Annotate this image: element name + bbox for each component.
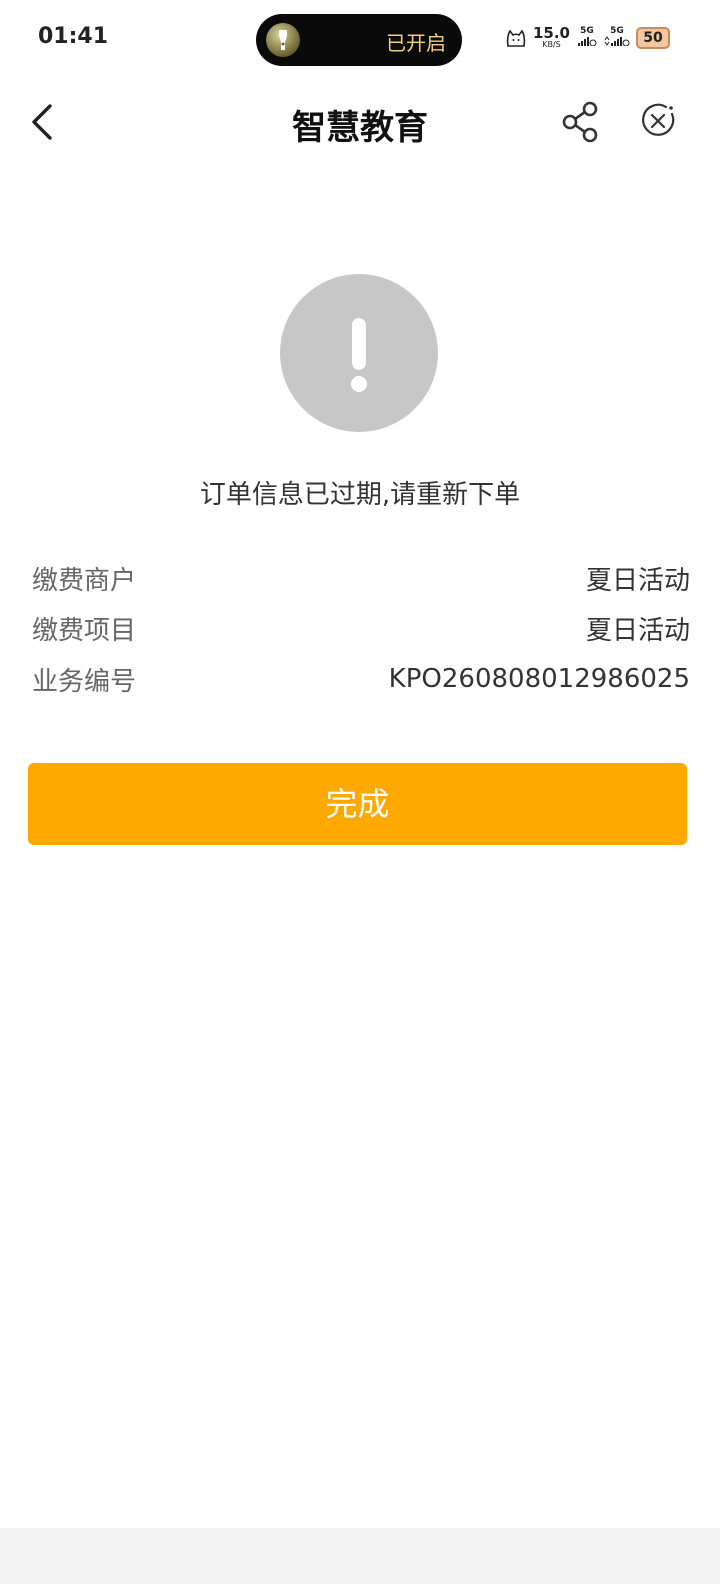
close-circle-icon bbox=[642, 103, 675, 136]
signal-icon-1: 5G bbox=[576, 27, 598, 49]
battery-icon: 50 bbox=[636, 27, 670, 49]
status-icons: 15.0 KB/S 5G 5G 50 bbox=[505, 26, 670, 50]
flashlight-status: 已开启 bbox=[386, 31, 446, 55]
row-value: 夏日活动 bbox=[585, 615, 690, 646]
info-row-item: 缴费项目 夏日活动 bbox=[32, 608, 690, 648]
nav-bar: 智慧教育 bbox=[0, 82, 720, 162]
row-value: KPO260808012986025 bbox=[388, 664, 690, 694]
row-label: 缴费商户 bbox=[32, 565, 137, 596]
share-icon bbox=[562, 101, 598, 143]
exclamation-icon bbox=[280, 274, 438, 432]
bottom-bar bbox=[0, 1528, 720, 1584]
cat-icon bbox=[506, 29, 526, 47]
flashlight-icon bbox=[266, 23, 300, 57]
info-row-merchant: 缴费商户 夏日活动 bbox=[32, 558, 690, 598]
share-button[interactable] bbox=[560, 100, 602, 144]
row-label: 缴费项目 bbox=[32, 615, 137, 646]
page-title: 智慧教育 bbox=[292, 108, 428, 148]
done-button[interactable]: 完成 bbox=[28, 763, 687, 845]
flashlight-pill[interactable]: 已开启 bbox=[256, 14, 462, 66]
signal-icon-2: 5G bbox=[604, 27, 630, 49]
expired-message: 订单信息已过期,请重新下单 bbox=[199, 480, 521, 510]
status-bar: 01:41 已开启 15.0 KB/S 5G 5G 50 bbox=[0, 0, 720, 80]
network-speed: 15.0 KB/S bbox=[532, 24, 570, 50]
status-time: 01:41 bbox=[38, 24, 109, 49]
info-row-business-number: 业务编号 KPO260808012986025 bbox=[32, 659, 690, 699]
row-value: 夏日活动 bbox=[585, 565, 690, 596]
close-button[interactable] bbox=[638, 100, 678, 142]
row-label: 业务编号 bbox=[32, 666, 137, 697]
